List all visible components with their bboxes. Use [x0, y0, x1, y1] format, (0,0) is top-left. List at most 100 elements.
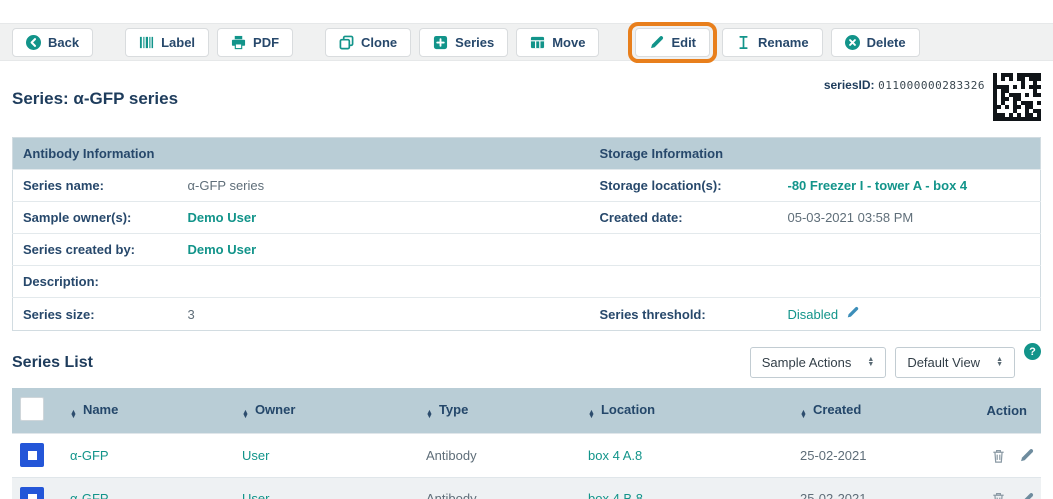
storage-information-header: Storage Information: [589, 137, 1041, 170]
pdf-label: PDF: [253, 34, 280, 50]
clone-label: Clone: [361, 34, 398, 50]
sort-icon: [242, 411, 249, 420]
series-name-value: α-GFP series: [177, 169, 590, 202]
column-header-type[interactable]: Type: [418, 388, 580, 434]
column-header-owner[interactable]: Owner: [234, 388, 418, 434]
delete-circle-icon: [844, 34, 860, 50]
sort-icon: [426, 411, 433, 420]
delete-sample-icon[interactable]: [991, 491, 1006, 499]
series-id-label: seriesID:: [823, 78, 875, 92]
rename-label: Rename: [758, 34, 809, 50]
edit-sample-icon[interactable]: [1019, 448, 1034, 463]
column-header-created[interactable]: Created: [792, 388, 974, 434]
empty-label: [589, 233, 778, 266]
rename-button[interactable]: Rename: [722, 27, 823, 57]
sample-owner-link[interactable]: User: [242, 448, 269, 463]
series-created-by-link[interactable]: Demo User: [188, 242, 257, 257]
row-checkbox[interactable]: [20, 486, 44, 499]
label-label: Label: [161, 34, 196, 50]
sample-owner-label: Sample owner(s):: [12, 201, 178, 234]
sample-actions-selected-value: Sample Actions: [761, 355, 852, 370]
pdf-button[interactable]: PDF: [217, 27, 294, 57]
empty-value: [777, 233, 1041, 266]
series-table: Name Owner Type Location Created Action …: [12, 388, 1041, 499]
sample-type: Antibody: [418, 433, 580, 478]
series-button[interactable]: Series: [419, 27, 509, 57]
delete-button[interactable]: Delete: [830, 27, 920, 57]
storage-location-link[interactable]: -80 Freezer I - tower A - box 4: [788, 178, 968, 193]
edit-button[interactable]: Edit: [635, 27, 711, 57]
series-id-text: seriesID: 011000000283326: [824, 77, 985, 92]
toolbar-group-nav: Back: [12, 27, 94, 57]
view-selected-value: Default View: [907, 355, 981, 370]
clone-icon: [339, 35, 354, 50]
column-label-owner: Owner: [254, 401, 296, 417]
column-header-name[interactable]: Name: [62, 388, 234, 434]
series-size-value: 3: [177, 297, 590, 331]
info-row-created-by: Series created by: Demo User: [12, 233, 1041, 266]
sample-location-link[interactable]: box 4 A.8: [588, 448, 642, 463]
series-list-header: Series List Sample Actions Default View …: [0, 343, 1053, 378]
column-label-created: Created: [812, 401, 862, 417]
move-button[interactable]: Move: [516, 27, 600, 57]
rename-cursor-icon: [736, 35, 751, 50]
sample-owner-link[interactable]: User: [242, 491, 269, 499]
edit-sample-icon[interactable]: [1019, 492, 1034, 499]
sample-owner-link[interactable]: Demo User: [188, 210, 257, 225]
empty-label: [589, 265, 778, 298]
sort-icon: [70, 411, 77, 420]
back-icon: [26, 34, 41, 50]
title-row: Series: α-GFP series seriesID: 011000000…: [0, 73, 1053, 121]
sort-icon: [588, 411, 595, 420]
sample-created-date: 25-02-2021: [792, 476, 974, 499]
row-checkbox[interactable]: [20, 443, 44, 468]
empty-value: [777, 265, 1041, 298]
sample-name-link[interactable]: α-GFP: [70, 491, 109, 499]
edit-button-highlight-ring: Edit: [628, 21, 718, 63]
series-threshold-value: Disabled: [787, 306, 839, 322]
created-date-label: Created date:: [589, 201, 778, 234]
printer-icon: [231, 35, 246, 50]
edit-threshold-pencil-icon[interactable]: [846, 306, 859, 322]
sample-name-link[interactable]: α-GFP: [70, 448, 109, 463]
page-title: Series: α-GFP series: [12, 89, 179, 108]
column-header-location[interactable]: Location: [580, 388, 792, 434]
storage-location-label: Storage location(s):: [589, 169, 778, 202]
series-created-by-label: Series created by:: [12, 233, 178, 266]
back-button[interactable]: Back: [12, 27, 94, 57]
help-icon[interactable]: ?: [1024, 343, 1041, 360]
view-select[interactable]: Default View: [895, 347, 1015, 378]
series-id-value: 011000000283326: [878, 79, 985, 92]
label-button[interactable]: Label: [125, 27, 210, 57]
series-name-label: Series name:: [12, 169, 178, 202]
delete-label: Delete: [866, 34, 906, 50]
series-size-label: Series size:: [12, 297, 178, 331]
antibody-information-header: Antibody Information: [12, 137, 590, 170]
delete-sample-icon[interactable]: [991, 448, 1006, 464]
series-id-block: seriesID: 011000000283326: [824, 73, 1041, 121]
table-row: α-GFP User Antibody box 4 A.8 25-02-2021: [12, 433, 1041, 478]
sample-actions-select[interactable]: Sample Actions: [749, 347, 887, 378]
move-table-icon: [530, 35, 545, 50]
sample-type: Antibody: [418, 476, 580, 499]
series-label: Series: [455, 34, 495, 50]
pencil-icon: [649, 35, 664, 50]
select-arrows-icon: [996, 358, 1003, 367]
sample-info-table: Antibody Information Storage Information…: [12, 137, 1041, 331]
table-row: α-GFP User Antibody box 4 B.8 25-02-2021: [12, 476, 1041, 499]
select-arrows-icon: [867, 358, 874, 367]
barcode-icon: [139, 35, 154, 50]
column-label-type: Type: [438, 401, 469, 417]
toolbar-group-modify: Edit Rename Delete: [628, 21, 920, 63]
toolbar-group-print: Label PDF: [125, 27, 294, 57]
series-table-header-row: Name Owner Type Location Created Action: [12, 388, 1041, 434]
clone-button[interactable]: Clone: [325, 27, 412, 57]
series-list-title: Series List: [12, 353, 93, 371]
series-list-controls: Sample Actions Default View ?: [749, 343, 1041, 378]
created-date-value: 05-03-2021 03:58 PM: [777, 201, 1041, 234]
info-row-series-name: Series name: α-GFP series Storage locati…: [12, 169, 1041, 202]
sample-location-link[interactable]: box 4 B.8: [588, 491, 643, 499]
select-all-checkbox[interactable]: [20, 397, 44, 421]
add-series-icon: [433, 35, 448, 50]
toolbar-group-organize: Clone Series Move: [325, 27, 600, 57]
